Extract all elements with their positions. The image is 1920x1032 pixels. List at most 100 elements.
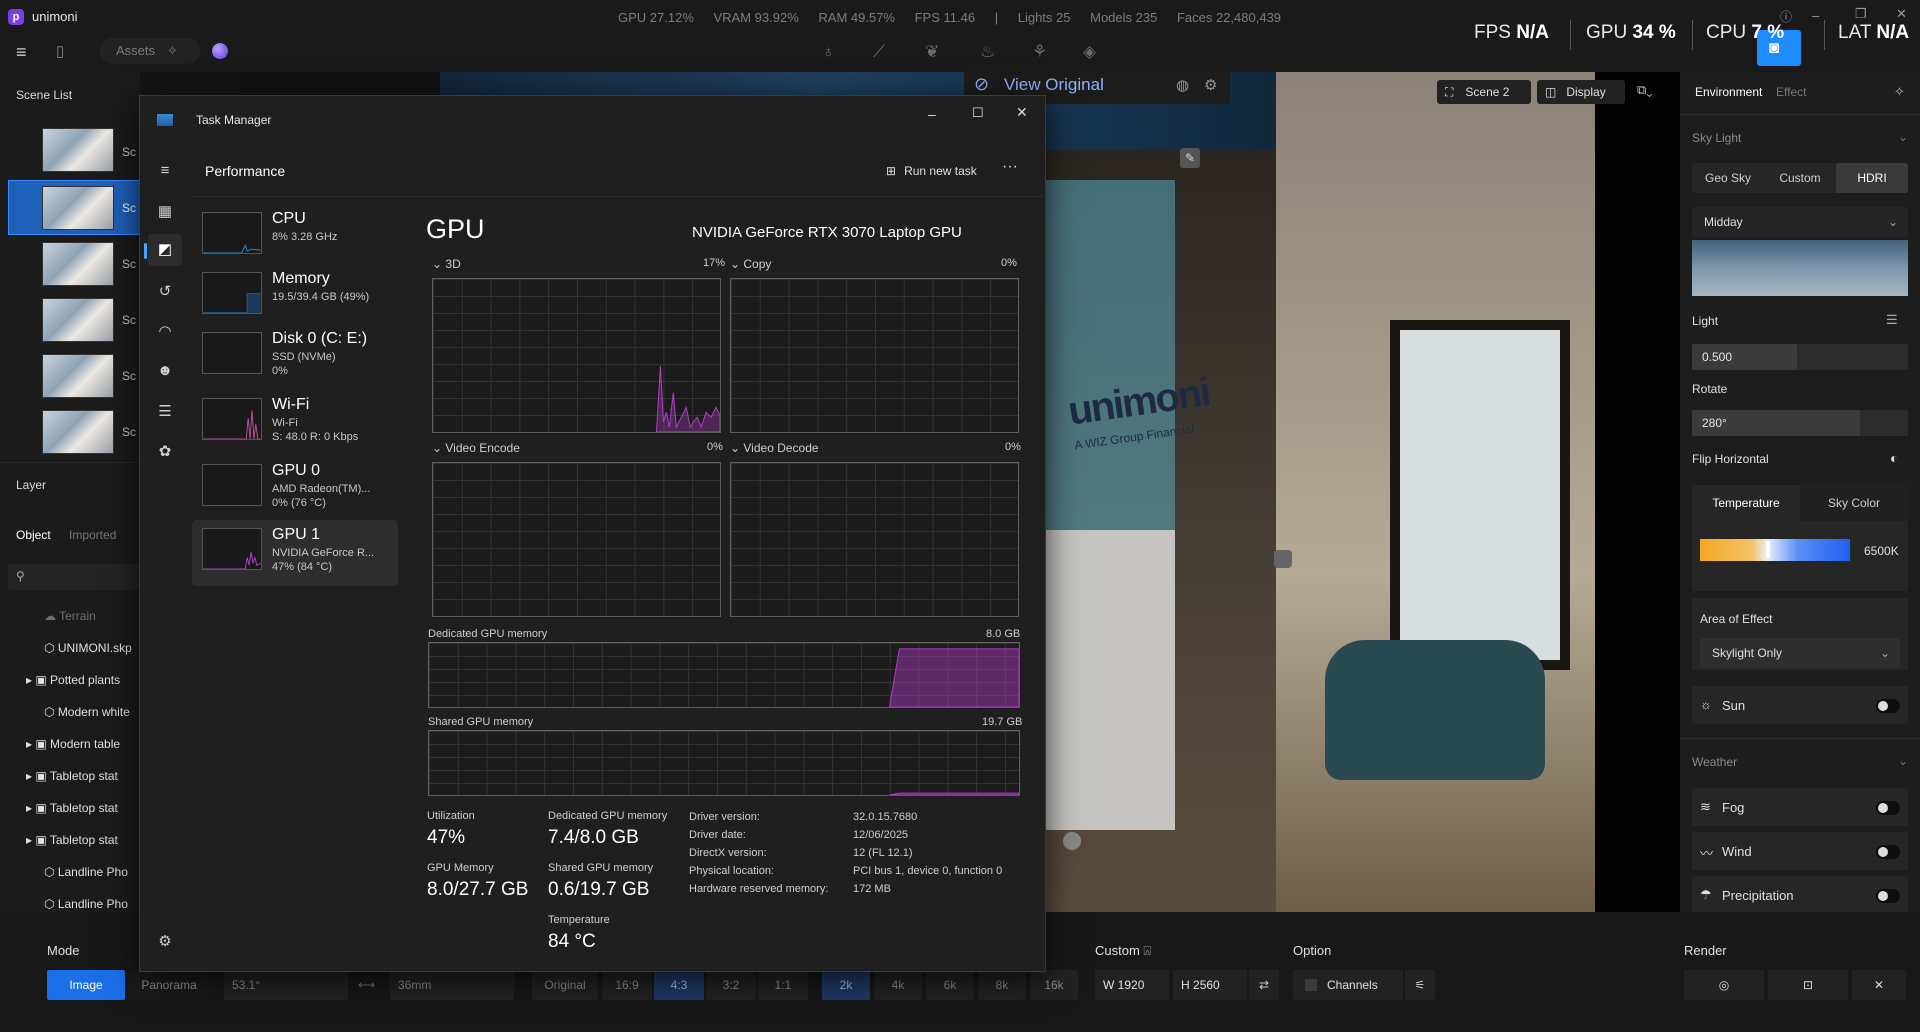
- resource-gpu0[interactable]: GPU 0 AMD Radeon(TM)... 0% (76 °C): [192, 456, 398, 516]
- settings-icon[interactable]: ⚙: [152, 932, 178, 950]
- startup-icon[interactable]: ◠: [152, 322, 178, 340]
- sky-preset-dropdown[interactable]: Midday ⌄: [1692, 207, 1908, 237]
- height-field[interactable]: H 2560: [1173, 970, 1247, 1000]
- temperature-slider[interactable]: [1700, 539, 1850, 561]
- scene-selector[interactable]: ⛶ Scene 2: [1437, 80, 1531, 104]
- light-slider[interactable]: 0.500: [1692, 344, 1908, 370]
- layer-item[interactable]: ⬡ UNIMONI.skp: [44, 641, 132, 655]
- history-icon[interactable]: ↺: [152, 282, 178, 300]
- fire-icon[interactable]: ♨: [980, 42, 995, 62]
- layer-item[interactable]: ▸ ▣ Tabletop stat: [26, 833, 118, 847]
- res-4k[interactable]: 4k: [874, 970, 922, 1000]
- sun-toggle[interactable]: [1876, 699, 1900, 713]
- light-bulb-icon[interactable]: ♁: [822, 42, 835, 62]
- ai-orb-icon[interactable]: [212, 43, 228, 59]
- res-6k[interactable]: 6k: [926, 970, 974, 1000]
- sky-mode-geo[interactable]: Geo Sky: [1692, 163, 1764, 193]
- engine-name[interactable]: Copy: [743, 257, 771, 271]
- processes-icon[interactable]: ▦: [152, 202, 178, 220]
- scene-thumbnail[interactable]: [42, 186, 114, 230]
- render-camera-icon[interactable]: ⊡: [1768, 970, 1848, 1000]
- sky-mode-hdri[interactable]: HDRI: [1836, 163, 1908, 193]
- menu-icon[interactable]: ≡: [16, 42, 27, 63]
- display-button[interactable]: ◫ Display: [1537, 80, 1625, 104]
- fog-toggle[interactable]: [1876, 801, 1900, 815]
- maximize-icon[interactable]: ☐: [972, 105, 984, 121]
- option-sliders-icon[interactable]: ⚟: [1405, 970, 1435, 1000]
- res-2k[interactable]: 2k: [822, 970, 870, 1000]
- res-16k[interactable]: 16k: [1030, 970, 1078, 1000]
- layer-item[interactable]: ▸ ▣ Modern table: [26, 737, 120, 751]
- layer-item[interactable]: ⬡ Landline Pho: [44, 897, 128, 911]
- area-dropdown[interactable]: Skylight Only ⌄: [1700, 638, 1900, 668]
- resource-gpu1[interactable]: GPU 1 NVIDIA GeForce R... 47% (84 °C): [192, 520, 398, 586]
- ratio-4-3[interactable]: 4:3: [654, 970, 704, 1000]
- channels-option[interactable]: Channels: [1293, 970, 1403, 1000]
- render-settings-icon[interactable]: ◎: [1684, 970, 1764, 1000]
- layer-item[interactable]: ⬡ Landline Pho: [44, 865, 128, 879]
- engine-name[interactable]: 3D: [445, 257, 460, 271]
- services-icon[interactable]: ✿: [152, 442, 178, 460]
- close-app-icon[interactable]: ✕: [1896, 6, 1907, 22]
- layer-item[interactable]: ▸ ▣ Tabletop stat: [26, 801, 118, 815]
- gear-icon[interactable]: ⚙: [1204, 76, 1217, 94]
- cancel-render-icon[interactable]: ✕: [1852, 970, 1906, 1000]
- ratio-1-1[interactable]: 1:1: [758, 970, 808, 1000]
- panorama-mode-button[interactable]: Panorama: [129, 970, 209, 1000]
- minimize-icon[interactable]: –: [928, 106, 936, 122]
- resource-memory[interactable]: Memory 19.5/39.4 GB (49%): [192, 264, 398, 324]
- file-icon[interactable]: ▯: [56, 42, 64, 60]
- wind-toggle[interactable]: [1876, 845, 1900, 859]
- focal-length-field[interactable]: 36mm: [390, 970, 514, 1000]
- channels-checkbox[interactable]: [1305, 979, 1317, 991]
- more-options-icon[interactable]: ···: [1002, 158, 1018, 176]
- hamburger-icon[interactable]: ≡: [152, 162, 178, 179]
- users-icon[interactable]: ☻: [152, 362, 178, 379]
- layer-search-input[interactable]: ⚲: [8, 564, 140, 590]
- tab-temperature[interactable]: Temperature: [1692, 485, 1800, 521]
- layer-item[interactable]: ⬡ Modern white: [44, 705, 130, 719]
- tab-sky-color[interactable]: Sky Color: [1800, 485, 1908, 521]
- engine-name[interactable]: Video Encode: [445, 441, 520, 455]
- resource-disk[interactable]: Disk 0 (C: E:) SSD (NVMe) 0%: [192, 324, 398, 384]
- res-8k[interactable]: 8k: [978, 970, 1026, 1000]
- assets-button[interactable]: Assets ✧: [100, 38, 200, 64]
- details-icon[interactable]: ☰: [152, 402, 178, 420]
- scene-thumbnail[interactable]: [42, 354, 114, 398]
- path-icon[interactable]: ⟋: [873, 42, 885, 62]
- scene-thumbnail[interactable]: [42, 128, 114, 172]
- tab-object[interactable]: Object: [16, 528, 51, 542]
- chevron-down-icon[interactable]: ⌄: [1898, 754, 1908, 768]
- gizmo-handle[interactable]: [1274, 550, 1292, 568]
- engine-name[interactable]: Video Decode: [743, 441, 818, 455]
- image-mode-button[interactable]: Image: [47, 970, 125, 1000]
- layer-item[interactable]: ▸ ▣ Tabletop stat: [26, 769, 118, 783]
- contrast-toggle-icon[interactable]: ◐: [1890, 450, 1898, 466]
- ratio-3-2[interactable]: 3:2: [706, 970, 756, 1000]
- fov-field[interactable]: 53.1°: [224, 970, 348, 1000]
- layers-icon[interactable]: ◈: [1083, 42, 1096, 62]
- swap-dimensions-icon[interactable]: ⇄: [1249, 970, 1279, 1000]
- gizmo-handle[interactable]: [1063, 832, 1081, 850]
- leaf-icon[interactable]: ❦: [925, 42, 939, 62]
- sliders-icon[interactable]: ☰: [1886, 312, 1898, 328]
- close-icon[interactable]: ✕: [1016, 104, 1028, 121]
- sparkle-settings-icon[interactable]: ✧: [1894, 84, 1905, 100]
- run-new-task-button[interactable]: ⊞ Run new task: [886, 164, 977, 178]
- restore-icon[interactable]: ❐: [1855, 6, 1867, 22]
- screen-mode-icon[interactable]: ⧉⌄: [1637, 82, 1652, 98]
- ratio-original[interactable]: Original: [532, 970, 598, 1000]
- view-original-button[interactable]: View Original: [1004, 75, 1104, 95]
- hdri-preview[interactable]: [1692, 240, 1908, 296]
- lock-icon[interactable]: ⍓: [1143, 943, 1151, 958]
- minimize-icon[interactable]: –: [1812, 8, 1819, 23]
- resource-wifi[interactable]: Wi-Fi Wi-Fi S: 48.0 R: 0 Kbps: [192, 390, 398, 450]
- chevron-down-icon[interactable]: ⌄: [1898, 130, 1908, 144]
- tree-icon[interactable]: ⚘: [1032, 42, 1047, 62]
- layer-item[interactable]: ▸ ▣ Potted plants: [26, 673, 120, 687]
- scene-thumbnail[interactable]: [42, 410, 114, 454]
- scene-thumbnail[interactable]: [42, 242, 114, 286]
- ratio-16-9[interactable]: 16:9: [602, 970, 652, 1000]
- resource-cpu[interactable]: CPU 8% 3.28 GHz: [192, 204, 398, 264]
- scene-thumbnail[interactable]: [42, 298, 114, 342]
